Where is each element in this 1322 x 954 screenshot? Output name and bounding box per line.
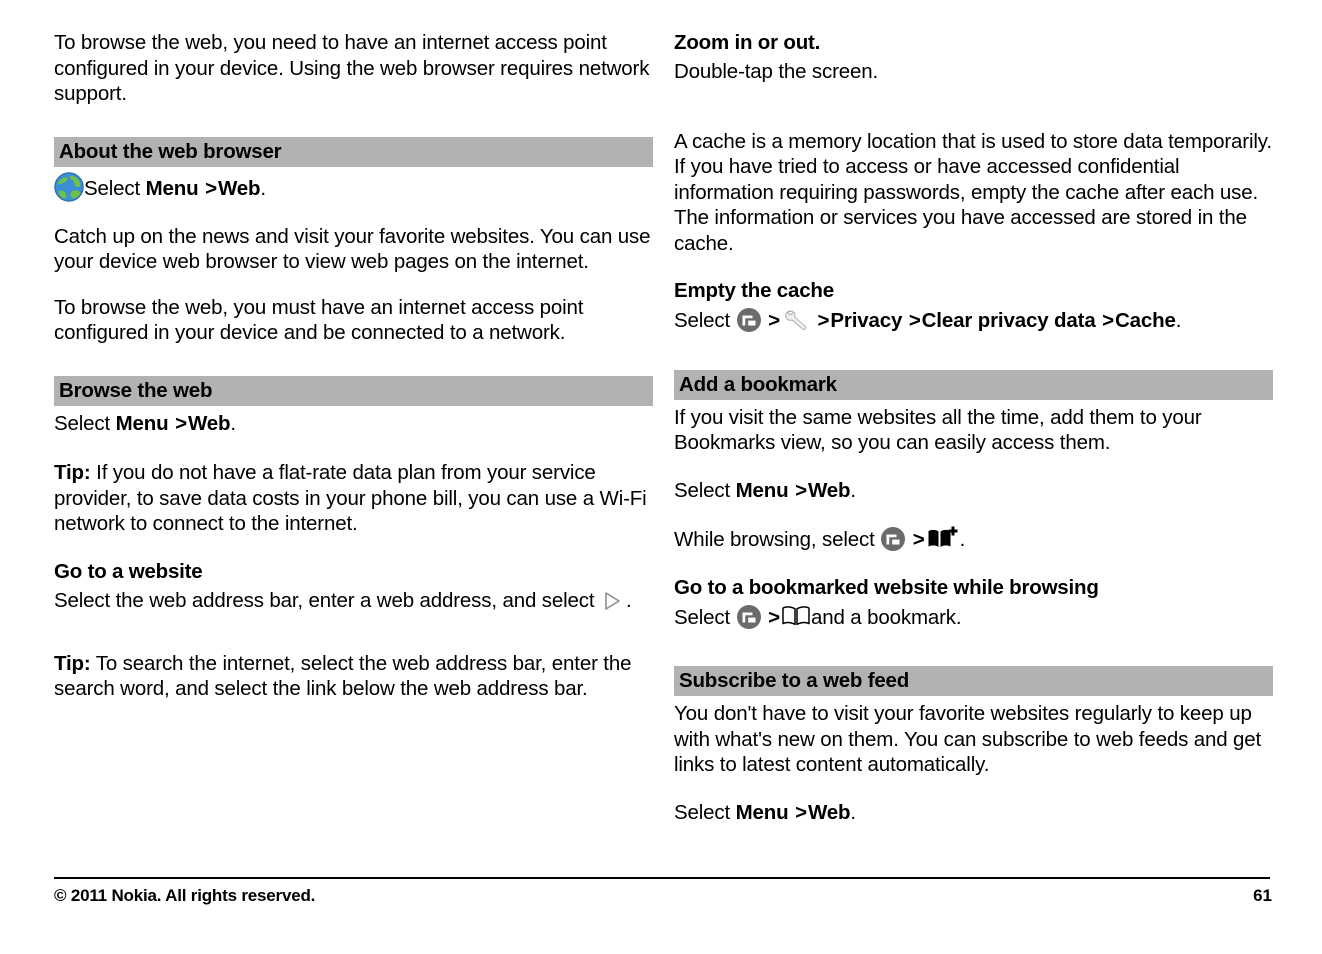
- feed-select-line: Select Menu >Web.: [674, 800, 1275, 826]
- go-to-bookmarked-instruction: Select > and a bookmark.: [674, 604, 1275, 631]
- period: .: [260, 176, 266, 200]
- suffix-text: and a bookmark.: [811, 605, 962, 629]
- separator: >: [205, 176, 217, 200]
- right-column: Zoom in or out. Double-tap the screen. A…: [674, 30, 1275, 845]
- subheading-zoom-in-or-out: Zoom in or out.: [674, 31, 821, 54]
- go-play-icon: [600, 589, 626, 615]
- period: .: [850, 478, 856, 502]
- separator: >: [1102, 309, 1114, 332]
- select-text: Select: [674, 605, 736, 629]
- subheading-go-to-bookmarked-website: Go to a bookmarked website while browsin…: [674, 575, 1099, 599]
- clear-privacy-data-label: Clear privacy data: [921, 309, 1096, 332]
- tip-text: If you do not have a flat-rate data plan…: [54, 461, 647, 535]
- bookmark-select-line: Select Menu >Web.: [674, 478, 1275, 504]
- go-to-website-instruction: Select the web address bar, enter a web …: [54, 588, 655, 615]
- tip-paragraph-2: Tip: To search the internet, select the …: [54, 651, 655, 702]
- section-header-add-a-bookmark: Add a bookmark: [674, 369, 1273, 400]
- browse-select-line: Select Menu >Web.: [54, 411, 655, 437]
- cache-paragraph: A cache is a memory location that is use…: [674, 129, 1272, 255]
- period: .: [959, 528, 966, 551]
- feed-paragraph: You don't have to visit your favorite we…: [674, 702, 1262, 776]
- tip-label: Tip:: [54, 461, 91, 484]
- about-paragraph-1: Catch up on the news and visit your favo…: [54, 224, 651, 274]
- tip-label: Tip:: [54, 651, 91, 675]
- instruction-text: Select the web address bar, enter a web …: [54, 588, 600, 612]
- options-menu-icon: [736, 604, 762, 630]
- separator: >: [795, 800, 807, 824]
- separator: >: [908, 309, 921, 332]
- add-bookmark-icon: [926, 525, 960, 551]
- empty-cache-instruction: Select > >Privacy >Clear privacy data >C…: [674, 307, 1275, 334]
- privacy-label: Privacy: [830, 309, 903, 332]
- left-column: To browse the web, you need to have an i…: [54, 30, 655, 722]
- about-paragraph-2: To browse the web, you must have an inte…: [54, 295, 584, 345]
- footer-divider: [54, 877, 1270, 879]
- subheading-empty-the-cache: Empty the cache: [674, 279, 834, 302]
- web-label: Web: [187, 411, 231, 435]
- section-header-subscribe-to-a-web-feed: Subscribe to a web feed: [674, 666, 1273, 696]
- tip-text: To search the internet, select the web a…: [54, 651, 632, 701]
- web-label: Web: [807, 800, 851, 824]
- web-label: Web: [217, 176, 261, 200]
- separator: >: [175, 411, 187, 435]
- web-label: Web: [807, 478, 851, 502]
- manual-page: To browse the web, you need to have an i…: [0, 0, 1322, 954]
- while-browsing-instruction: While browsing, select > .: [674, 525, 1275, 553]
- select-text: Select: [674, 800, 736, 824]
- period: .: [850, 800, 856, 824]
- about-select-line: Select Menu >Web.: [54, 171, 655, 202]
- separator: >: [912, 528, 925, 551]
- menu-label: Menu: [145, 176, 199, 200]
- options-menu-icon: [880, 526, 906, 552]
- globe-icon: [54, 171, 84, 202]
- zoom-instruction: Double-tap the screen.: [674, 60, 879, 83]
- intro-paragraph: To browse the web, you need to have an i…: [54, 31, 650, 105]
- separator: >: [768, 605, 780, 629]
- options-menu-icon: [736, 307, 762, 333]
- subheading-go-to-a-website: Go to a website: [54, 559, 203, 583]
- page-number: 61: [1253, 886, 1272, 905]
- separator: >: [768, 309, 780, 332]
- instruction-text: While browsing, select: [674, 528, 881, 551]
- section-header-about-the-web-browser: About the web browser: [54, 136, 653, 167]
- tip-paragraph-1: Tip: If you do not have a flat-rate data…: [54, 460, 655, 537]
- select-text: Select: [84, 176, 146, 200]
- separator: >: [817, 309, 830, 332]
- menu-label: Menu: [735, 478, 789, 502]
- select-text: Select: [54, 411, 116, 435]
- copyright-notice: © 2011 Nokia. All rights reserved.: [54, 886, 316, 905]
- menu-label: Menu: [115, 411, 169, 435]
- bookmark-paragraph: If you visit the same websites all the t…: [674, 405, 1202, 455]
- period: .: [625, 588, 632, 612]
- period: .: [230, 411, 236, 435]
- cache-label: Cache: [1114, 309, 1176, 332]
- wrench-settings-icon: [781, 307, 811, 333]
- separator: >: [795, 478, 807, 502]
- period: .: [1175, 309, 1182, 332]
- menu-label: Menu: [735, 800, 789, 824]
- select-text: Select: [674, 478, 736, 502]
- section-header-browse-the-web: Browse the web: [54, 375, 653, 406]
- select-text: Select: [674, 309, 736, 332]
- bookmarks-book-icon: [781, 604, 811, 628]
